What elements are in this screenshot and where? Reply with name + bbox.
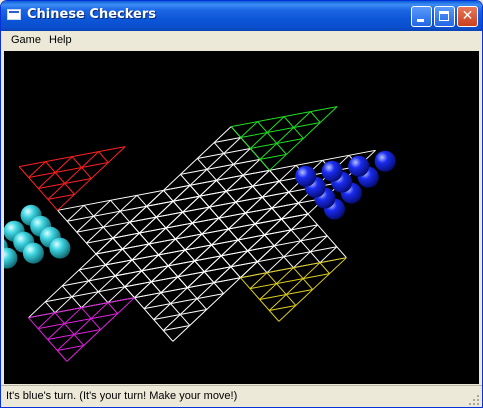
menu-game[interactable]: Game bbox=[11, 34, 41, 46]
home-bottom-yellow bbox=[240, 257, 347, 322]
close-button[interactable]: ✕ bbox=[457, 6, 478, 27]
minimize-button[interactable] bbox=[411, 6, 432, 27]
marbles bbox=[4, 150, 396, 269]
menu-help[interactable]: Help bbox=[49, 34, 72, 46]
blue-marble[interactable] bbox=[348, 155, 370, 177]
close-icon: ✕ bbox=[461, 8, 474, 24]
maximize-button[interactable] bbox=[434, 6, 455, 27]
app-icon bbox=[7, 9, 21, 20]
blue-marble[interactable] bbox=[374, 150, 396, 172]
blue-marble[interactable] bbox=[321, 160, 343, 182]
cyan-marble[interactable] bbox=[49, 237, 71, 259]
board-grid bbox=[18, 106, 376, 362]
maximize-icon bbox=[439, 11, 449, 21]
menu-bar: Game Help bbox=[1, 31, 482, 50]
resize-grip-icon[interactable] bbox=[469, 395, 480, 406]
app-window: Chinese Checkers ✕ Game Help It's blue's… bbox=[0, 0, 483, 408]
status-bar: It's blue's turn. (It's your turn! Make … bbox=[1, 385, 482, 407]
title-bar[interactable]: Chinese Checkers ✕ bbox=[1, 1, 482, 31]
minimize-icon bbox=[417, 19, 424, 22]
game-board[interactable] bbox=[4, 51, 479, 384]
blue-marble[interactable] bbox=[295, 165, 317, 187]
window-title: Chinese Checkers bbox=[27, 7, 156, 22]
cyan-marble[interactable] bbox=[4, 247, 18, 269]
cyan-marble[interactable] bbox=[22, 242, 44, 264]
board-star-down bbox=[28, 126, 347, 319]
home-left-magenta bbox=[28, 297, 135, 362]
status-text: It's blue's turn. (It's your turn! Make … bbox=[6, 390, 238, 402]
board-canvas[interactable] bbox=[4, 51, 479, 384]
